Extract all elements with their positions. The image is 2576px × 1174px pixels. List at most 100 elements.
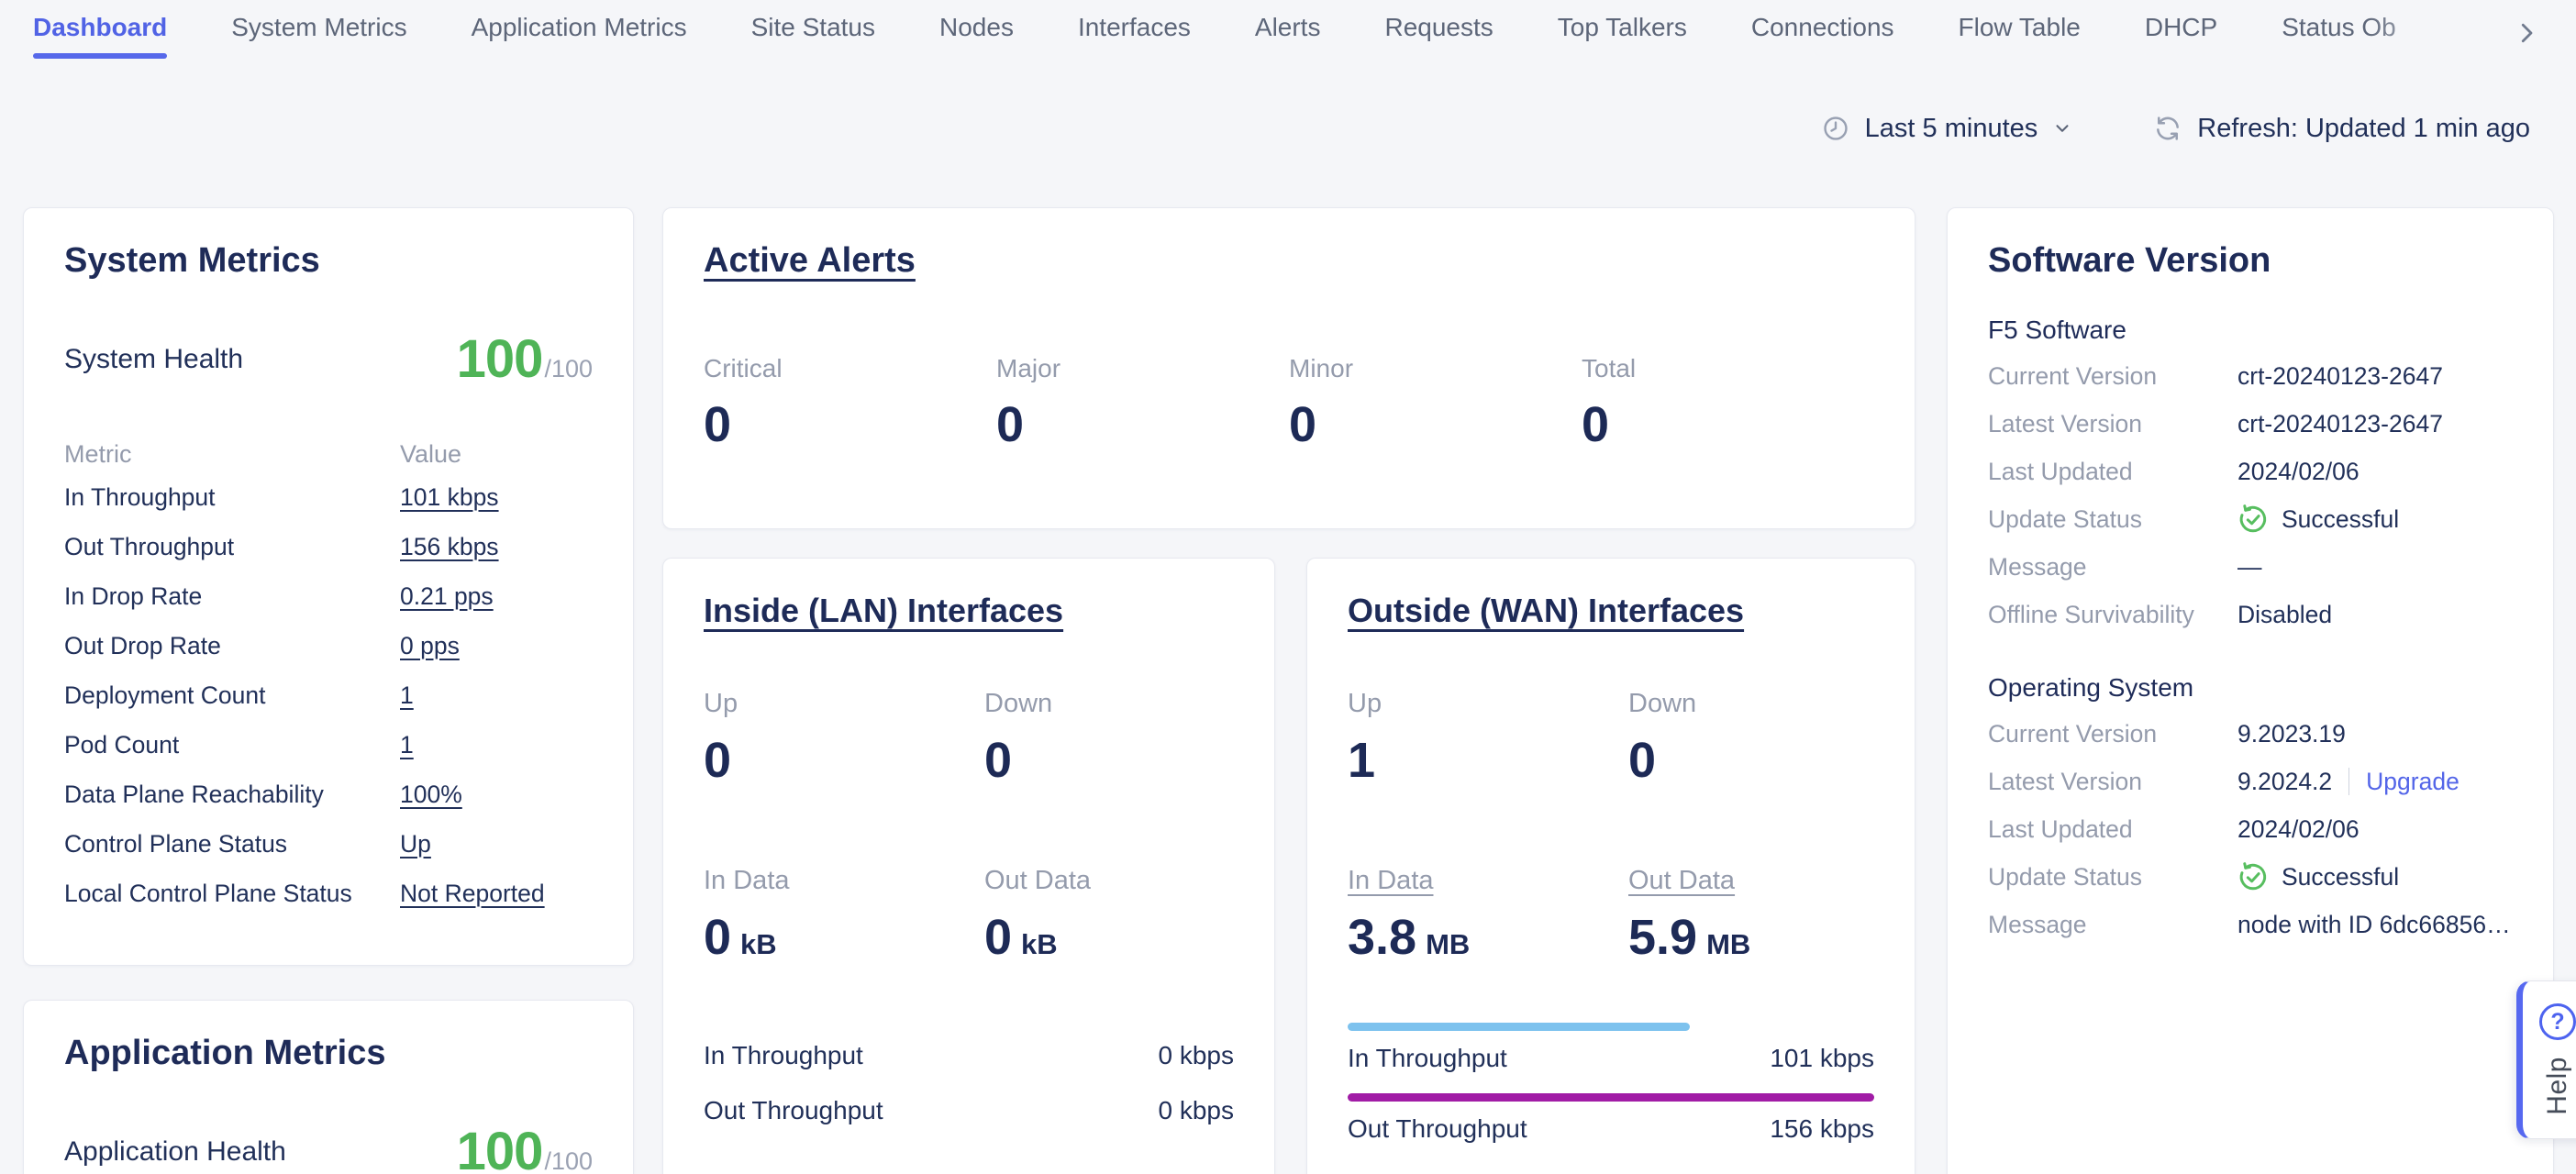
application-health-label: Application Health xyxy=(64,1136,286,1168)
metric-value-link[interactable]: 0.21 pps xyxy=(400,582,494,610)
tab-alerts[interactable]: Alerts xyxy=(1255,7,1321,59)
up-count: 1 xyxy=(1348,732,1375,789)
f5-software-heading: F5 Software xyxy=(1988,316,2513,345)
in-data-unit: kB xyxy=(740,928,777,961)
refresh-button[interactable]: Refresh: Updated 1 min ago xyxy=(2153,114,2530,144)
metric-value-link[interactable]: 100% xyxy=(400,781,462,808)
metric-label: Local Control Plane Status xyxy=(64,880,400,908)
tab-requests[interactable]: Requests xyxy=(1384,7,1493,59)
tab-flow-table[interactable]: Flow Table xyxy=(1959,7,2081,59)
application-metrics-card: Application Metrics Application Health 1… xyxy=(23,1000,634,1174)
throughput-value: 101 kbps xyxy=(1770,1042,1874,1075)
software-version-title: Software Version xyxy=(1988,241,2513,281)
system-metrics-title: System Metrics xyxy=(64,241,593,281)
metric-label: Pod Count xyxy=(64,731,400,759)
tab-status-objects[interactable]: Status Ob xyxy=(2282,7,2396,59)
software-row: Current Version 9.2023.19 xyxy=(1988,710,2513,758)
wan-up-down-stats: Up 1 Down 0 xyxy=(1348,689,1874,789)
value-column-header: Value xyxy=(400,440,593,469)
lan-out-throughput-row: Out Throughput 0 kbps xyxy=(704,1094,1234,1127)
lan-in-throughput-row: In Throughput 0 kbps xyxy=(704,1039,1234,1072)
row-label: Current Version xyxy=(1988,362,2237,391)
in-data-label: In Data xyxy=(704,866,984,896)
tab-site-status[interactable]: Site Status xyxy=(751,7,875,59)
metric-label: In Drop Rate xyxy=(64,582,400,611)
alert-stat-major: Major 0 xyxy=(996,354,1289,453)
row-value: 2024/02/06 xyxy=(2237,815,2359,844)
nav-scroll-right-button[interactable] xyxy=(2506,13,2547,53)
metric-value-link[interactable]: Not Reported xyxy=(400,880,545,907)
software-row: Current Version crt-20240123-2647 xyxy=(1988,352,2513,400)
active-alerts-title-link[interactable]: Active Alerts xyxy=(704,241,916,281)
metric-value-link[interactable]: 101 kbps xyxy=(400,483,499,511)
wan-throughput-rows: In Throughput 101 kbps Out Throughput 15… xyxy=(1348,1023,1874,1146)
metric-value-link[interactable]: 156 kbps xyxy=(400,533,499,560)
tab-system-metrics[interactable]: System Metrics xyxy=(231,7,406,59)
tab-top-talkers[interactable]: Top Talkers xyxy=(1558,7,1687,59)
tab-nodes[interactable]: Nodes xyxy=(939,7,1014,59)
row-value: Disabled xyxy=(2237,601,2332,629)
time-range-picker[interactable]: Last 5 minutes xyxy=(1821,114,2073,144)
metric-label: Data Plane Reachability xyxy=(64,781,400,809)
row-value: node with ID 6dc66856-1... xyxy=(2237,911,2513,939)
row-value: Successful xyxy=(2282,505,2399,534)
lan-in-data-stat: In Data 0 kB xyxy=(704,866,984,966)
alert-count: 0 xyxy=(704,396,996,453)
down-count: 0 xyxy=(984,732,1012,789)
upgrade-link[interactable]: Upgrade xyxy=(2366,768,2459,796)
system-health-max: /100 xyxy=(544,355,593,383)
down-label: Down xyxy=(984,689,1234,719)
lan-interfaces-card: Inside (LAN) Interfaces Up 0 Down 0 In D… xyxy=(662,558,1275,1174)
metric-value-link[interactable]: 1 xyxy=(400,731,414,759)
wan-up-stat: Up 1 xyxy=(1348,689,1628,789)
application-metrics-title: Application Metrics xyxy=(64,1034,593,1073)
tab-application-metrics[interactable]: Application Metrics xyxy=(472,7,687,59)
row-value: Successful xyxy=(2282,863,2399,892)
wan-interfaces-title-link[interactable]: Outside (WAN) Interfaces xyxy=(1348,592,1744,630)
metric-value-link[interactable]: 1 xyxy=(400,681,414,709)
out-data-unit: kB xyxy=(1021,928,1058,961)
up-label: Up xyxy=(1348,689,1628,719)
metric-column-header: Metric xyxy=(64,440,400,469)
metric-value-link[interactable]: Up xyxy=(400,830,431,858)
row-label: Latest Version xyxy=(1988,410,2237,438)
row-value: 9.2024.2 xyxy=(2237,768,2332,796)
operating-system-rows: Current Version 9.2023.19 Latest Version… xyxy=(1988,710,2513,948)
tab-connections[interactable]: Connections xyxy=(1751,7,1894,59)
lan-throughput-rows: In Throughput 0 kbps Out Throughput 0 kb… xyxy=(704,1039,1234,1127)
wan-data-stats: In Data 3.8 MB Out Data 5.9 MB xyxy=(1348,866,1874,966)
metric-row: Data Plane Reachability100% xyxy=(64,770,593,819)
alert-stat-minor: Minor 0 xyxy=(1289,354,1582,453)
row-value: 2024/02/06 xyxy=(2237,458,2359,486)
row-label: Offline Survivability xyxy=(1988,601,2237,629)
active-alerts-card: Active Alerts Critical 0 Major 0 Minor 0… xyxy=(662,207,1915,529)
throughput-value: 0 kbps xyxy=(1159,1039,1235,1072)
tab-dashboard[interactable]: Dashboard xyxy=(33,7,167,59)
up-label: Up xyxy=(704,689,984,719)
tab-interfaces[interactable]: Interfaces xyxy=(1078,7,1191,59)
lan-interfaces-title-link[interactable]: Inside (LAN) Interfaces xyxy=(704,592,1063,630)
row-value: crt-20240123-2647 xyxy=(2237,362,2443,391)
wan-down-stat: Down 0 xyxy=(1628,689,1874,789)
wan-out-throughput-block: Out Throughput 156 kbps xyxy=(1348,1093,1874,1146)
alert-stat-critical: Critical 0 xyxy=(704,354,996,453)
out-throughput-bar xyxy=(1348,1093,1874,1102)
tab-dhcp[interactable]: DHCP xyxy=(2145,7,2217,59)
lan-data-stats: In Data 0 kB Out Data 0 kB xyxy=(704,866,1234,966)
out-data-link[interactable]: Out Data xyxy=(1628,866,1735,895)
application-health-score: 100 xyxy=(457,1121,543,1174)
metric-row: Pod Count1 xyxy=(64,720,593,770)
metrics-table-header: Metric Value xyxy=(64,436,593,472)
help-panel-tab[interactable]: ? Help xyxy=(2516,980,2576,1139)
metric-value-link[interactable]: 0 pps xyxy=(400,632,460,659)
alert-stat-total: Total 0 xyxy=(1582,354,1874,453)
metric-row: Local Control Plane StatusNot Reported xyxy=(64,869,593,918)
alert-label: Critical xyxy=(704,354,996,383)
in-data-link[interactable]: In Data xyxy=(1348,866,1434,895)
out-data-value: 5.9 xyxy=(1628,909,1697,966)
system-metrics-card: System Metrics System Health 100 /100 Me… xyxy=(23,207,634,966)
metric-label: Out Drop Rate xyxy=(64,632,400,660)
help-label: Help xyxy=(2542,1057,2573,1115)
row-value: crt-20240123-2647 xyxy=(2237,410,2443,438)
lan-up-stat: Up 0 xyxy=(704,689,984,789)
